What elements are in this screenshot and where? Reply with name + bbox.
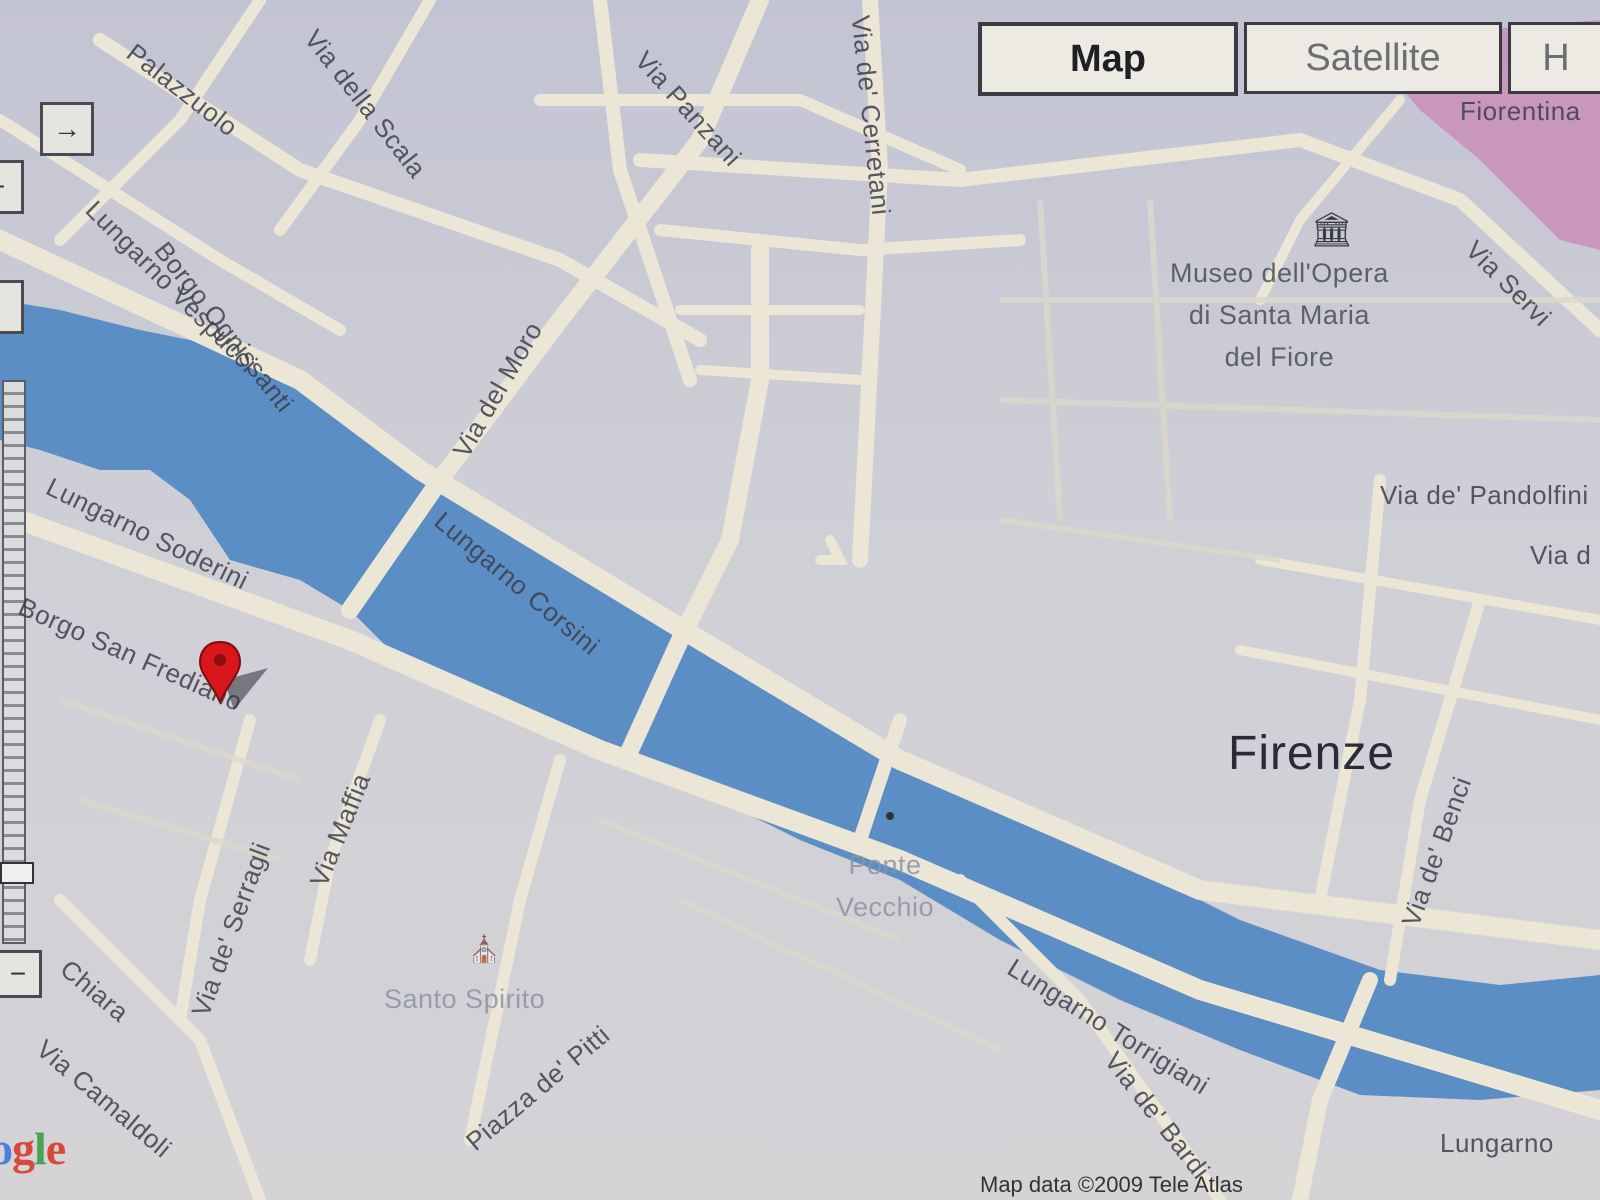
street-label: Via de' Pandolfini [1380, 480, 1589, 510]
poi-label-museo[interactable]: Museo dell'Opera di Santa Maria del Fior… [1170, 252, 1389, 378]
zoom-out-button[interactable]: − [0, 950, 42, 998]
street-label: Via d [1530, 540, 1592, 570]
road-network [0, 0, 1600, 1200]
map-canvas[interactable] [0, 0, 1600, 1200]
map-copyright: Map data ©2009 Tele Atlas [980, 1172, 1243, 1197]
city-label: Firenze [1228, 727, 1396, 780]
arrow-right-icon: → [53, 113, 81, 144]
map-type-map-button[interactable]: Map [978, 22, 1238, 96]
zoom-slider-thumb[interactable] [0, 862, 34, 884]
zoom-icon: · [0, 291, 2, 323]
zoom-slider[interactable] [0, 380, 34, 944]
minus-icon: − [9, 958, 27, 989]
poi-label-ponte-vecchio[interactable]: Ponte Vecchio [836, 844, 934, 928]
pan-right-button[interactable]: → [40, 102, 94, 156]
poi-label-santo-spirito[interactable]: Santo Spirito [384, 978, 545, 1020]
map-type-satellite-button[interactable]: Satellite [1244, 22, 1502, 94]
zoom-control-button[interactable]: · [0, 280, 24, 334]
map-marker[interactable] [198, 640, 278, 725]
plus-icon: + [0, 171, 5, 203]
zoom-in-button[interactable]: + [0, 160, 24, 214]
map-type-control: Map Satellite H [978, 22, 1600, 96]
poi-dot-icon [886, 812, 894, 820]
street-label: Fiorentina [1460, 96, 1581, 126]
map-type-hybrid-button[interactable]: H [1508, 22, 1600, 94]
museum-icon: 🏛 [1310, 211, 1354, 249]
google-logo: ogle [0, 1123, 66, 1174]
map-viewport[interactable]: Map Satellite H → + · − Via della Scala … [0, 0, 1600, 1200]
church-icon: ⛪ [468, 934, 501, 964]
street-label: Lungarno [1440, 1128, 1554, 1158]
map-marker-icon [198, 640, 268, 710]
